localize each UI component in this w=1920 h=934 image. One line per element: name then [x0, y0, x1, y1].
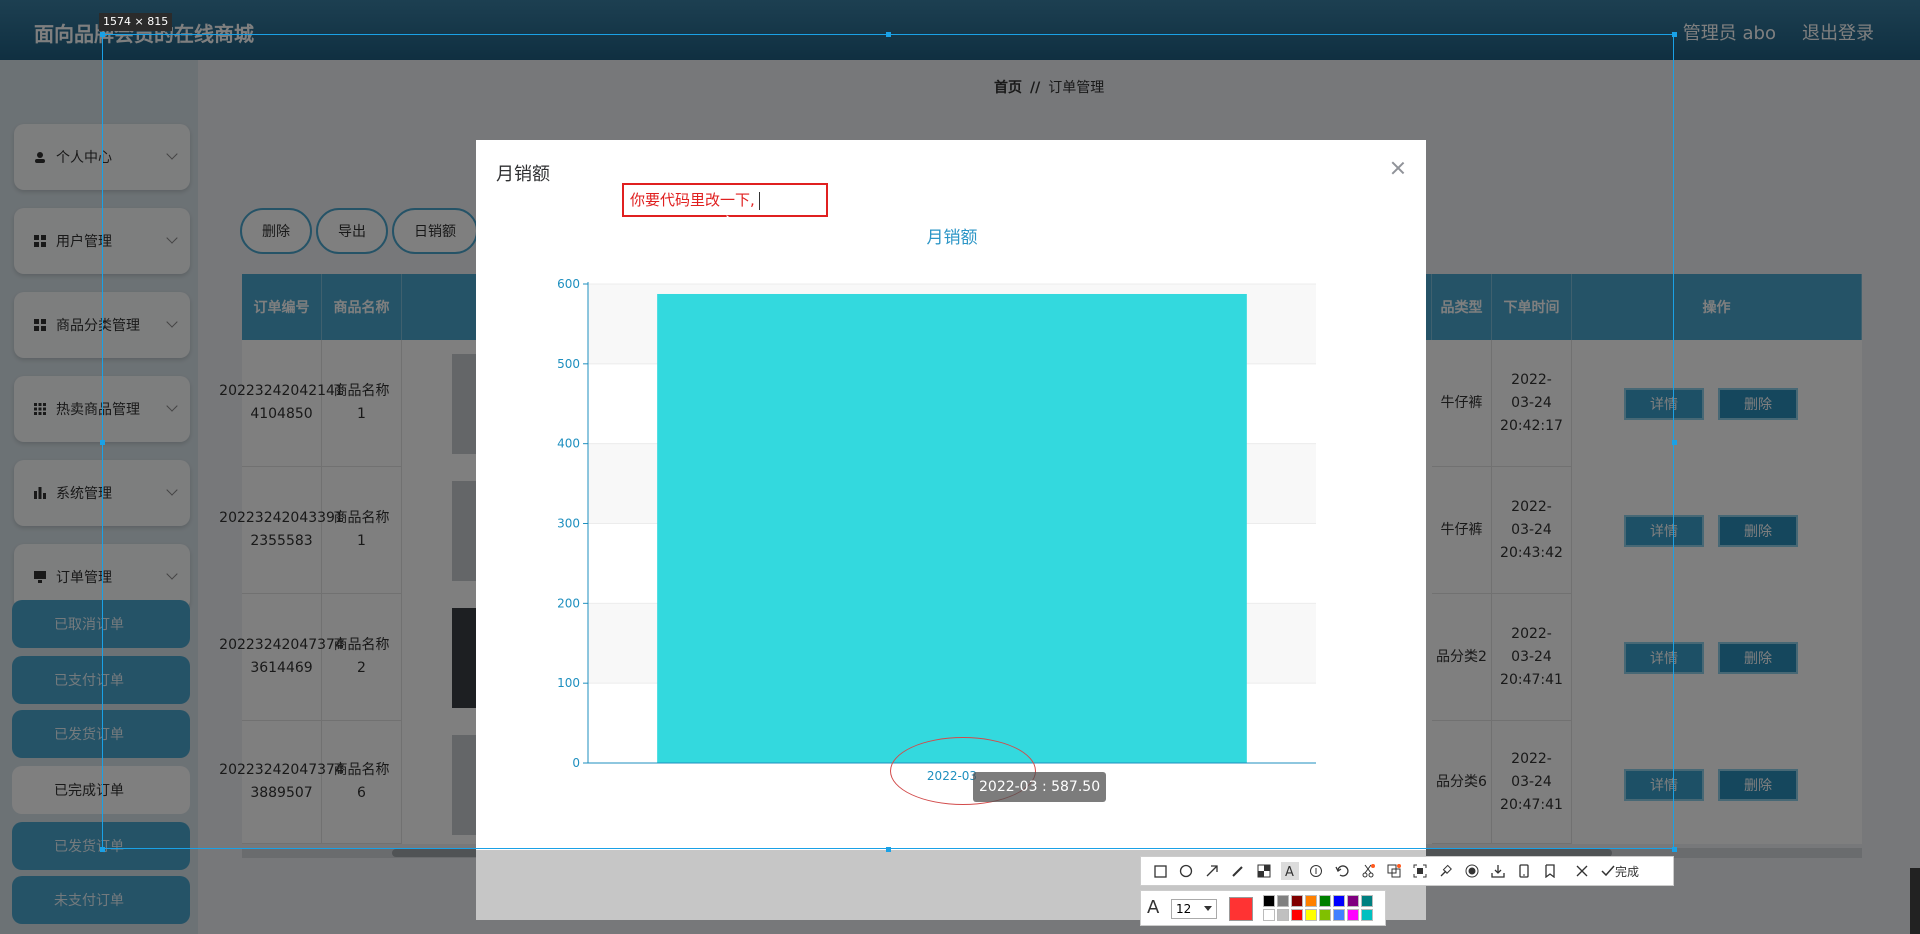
color-swatch[interactable] [1263, 895, 1275, 907]
mosaic-tool-icon[interactable] [1255, 862, 1273, 880]
done-button[interactable]: 完成 [1601, 863, 1639, 880]
ellipse-tool-icon[interactable] [1177, 862, 1195, 880]
download-icon[interactable] [1489, 862, 1507, 880]
color-swatch[interactable] [1277, 895, 1289, 907]
resize-handle[interactable] [1672, 440, 1677, 445]
color-swatch[interactable] [1319, 909, 1331, 921]
resize-handle[interactable] [886, 847, 891, 852]
bookmark-icon[interactable] [1541, 862, 1559, 880]
resize-handle[interactable] [1672, 847, 1677, 852]
font-size-select[interactable]: 12 [1171, 899, 1217, 919]
annotation-text: 你要代码里改一下, [630, 191, 755, 209]
color-swatch[interactable] [1263, 909, 1275, 921]
rectangle-tool-icon[interactable] [1151, 862, 1169, 880]
text-style-toolbar: A 12 [1140, 890, 1386, 926]
undo-icon[interactable] [1333, 862, 1351, 880]
color-swatch[interactable] [1305, 895, 1317, 907]
arrow-tool-icon[interactable] [1203, 862, 1221, 880]
resize-handle[interactable] [100, 847, 105, 852]
capture-toolbar: A 完成 [1140, 856, 1674, 886]
text-annotation[interactable]: 你要代码里改一下, [622, 183, 828, 217]
selection-size-tag: 1574 × 815 [99, 13, 173, 31]
cut-icon[interactable] [1359, 862, 1377, 880]
phone-icon[interactable] [1515, 862, 1533, 880]
number-tool-icon[interactable] [1307, 862, 1325, 880]
color-swatch[interactable] [1347, 895, 1359, 907]
cancel-icon[interactable] [1573, 862, 1591, 880]
pin-icon[interactable] [1437, 862, 1455, 880]
capture-selection[interactable] [102, 34, 1674, 849]
resize-handle[interactable] [1672, 32, 1677, 37]
record-icon[interactable] [1463, 862, 1481, 880]
ocr-icon[interactable] [1385, 862, 1403, 880]
color-swatch[interactable] [1305, 909, 1317, 921]
color-swatch[interactable] [1361, 895, 1373, 907]
color-swatch[interactable] [1291, 895, 1303, 907]
resize-handle[interactable] [100, 32, 105, 37]
chevron-down-icon [1204, 906, 1212, 911]
resize-handle[interactable] [100, 440, 105, 445]
chart-tooltip: 2022-03 : 587.50 [973, 772, 1107, 802]
color-swatch[interactable] [1291, 909, 1303, 921]
color-swatch[interactable] [1277, 909, 1289, 921]
color-swatch[interactable] [1333, 909, 1345, 921]
pencil-tool-icon[interactable] [1229, 862, 1247, 880]
resize-handle[interactable] [886, 32, 891, 37]
color-swatch[interactable] [1361, 909, 1373, 921]
color-swatch[interactable] [1319, 895, 1331, 907]
svg-text:A: A [1285, 865, 1294, 878]
text-caret [758, 191, 760, 210]
done-button-label: 完成 [1615, 864, 1640, 879]
page-scrollbar[interactable] [1910, 868, 1920, 934]
font-size-value: 12 [1176, 902, 1192, 916]
check-icon [1601, 865, 1615, 877]
font-icon: A [1147, 897, 1160, 918]
text-tool-icon[interactable]: A [1281, 862, 1299, 880]
color-swatch[interactable] [1347, 909, 1359, 921]
color-swatch[interactable] [1333, 895, 1345, 907]
current-color-swatch[interactable] [1229, 897, 1253, 921]
long-capture-icon[interactable] [1411, 862, 1429, 880]
